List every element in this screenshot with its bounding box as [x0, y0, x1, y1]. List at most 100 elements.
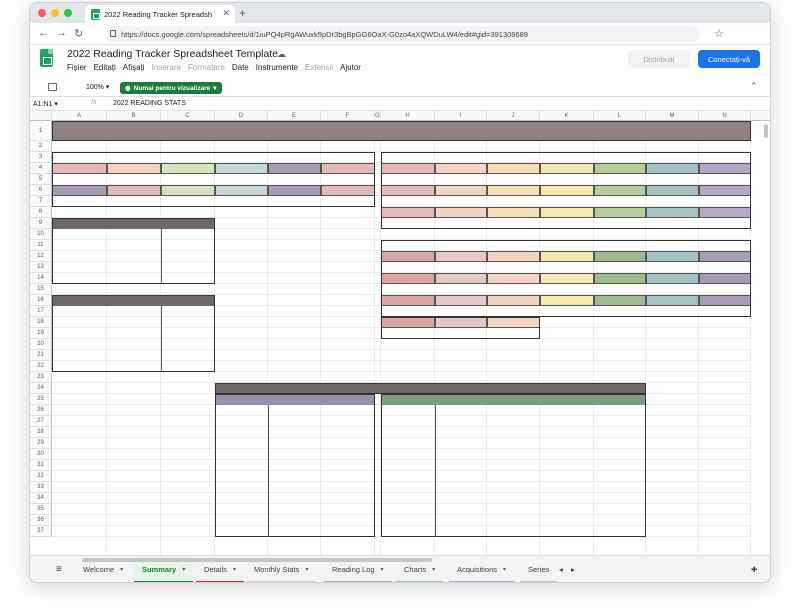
column-header[interactable]: I	[435, 111, 487, 121]
chevron-down-icon[interactable]: ▾	[503, 566, 506, 573]
chevron-down-icon[interactable]: ▾	[182, 566, 185, 573]
row-header[interactable]: 16	[30, 295, 52, 306]
document-title[interactable]: 2022 Reading Tracker Spreadsheet Templat…	[67, 48, 278, 60]
close-window-dot[interactable]	[38, 9, 46, 17]
row-header[interactable]: 33	[30, 482, 52, 493]
row-header[interactable]: 14	[30, 273, 52, 284]
close-tab-icon[interactable]: ✕	[222, 8, 230, 19]
row-header[interactable]: 22	[30, 361, 52, 372]
column-header[interactable]: A	[52, 111, 107, 121]
row-header[interactable]: 27	[30, 416, 52, 427]
scroll-tabs-right-icon[interactable]: ▸	[571, 556, 575, 582]
view-only-badge[interactable]: ◉ Numai pentru vizualizare ▾	[120, 82, 222, 94]
row-header[interactable]: 10	[30, 229, 52, 240]
column-header[interactable]: K	[540, 111, 594, 121]
row-header[interactable]: 21	[30, 350, 52, 361]
row-header[interactable]: 25	[30, 394, 52, 405]
horizontal-scrollbar[interactable]	[82, 558, 432, 562]
column-header[interactable]: D	[215, 111, 268, 121]
menu-item[interactable]: Fișier	[67, 63, 87, 72]
url-field[interactable]: https://docs.google.com/spreadsheets/d/1…	[105, 26, 700, 42]
share-button[interactable]: Distribuiți	[628, 50, 690, 68]
chevron-down-icon[interactable]: ▾	[381, 566, 384, 573]
row-header[interactable]: 31	[30, 460, 52, 471]
column-header[interactable]: C	[161, 111, 215, 121]
row-header[interactable]: 34	[30, 493, 52, 504]
row-header[interactable]: 11	[30, 240, 52, 251]
chevron-down-icon[interactable]: ▾	[305, 566, 308, 573]
sheet-tab-acquisitions[interactable]: Acquisitions ▾	[449, 556, 515, 582]
menu-item[interactable]: Editați	[94, 63, 116, 72]
menu-item[interactable]: Afișați	[123, 63, 145, 72]
row-header[interactable]: 17	[30, 306, 52, 317]
scroll-tabs-left-icon[interactable]: ◂	[559, 556, 563, 582]
row-header[interactable]: 32	[30, 471, 52, 482]
row-header[interactable]: 30	[30, 449, 52, 460]
row-header[interactable]: 2	[30, 141, 52, 152]
menu-item[interactable]: Formatare	[188, 63, 225, 72]
row-header[interactable]: 5	[30, 174, 52, 185]
browser-tab[interactable]: 2022 Reading Tracker Spreadsh ✕	[85, 5, 235, 23]
column-header[interactable]: L	[594, 111, 646, 121]
formula-input[interactable]: 2022 READING STATS	[113, 100, 186, 107]
row-header[interactable]: 15	[30, 284, 52, 295]
row-header[interactable]: 1	[30, 121, 52, 141]
maximize-window-dot[interactable]	[64, 9, 72, 17]
column-header[interactable]: B	[107, 111, 161, 121]
menu-item[interactable]: Date	[232, 63, 249, 72]
sheets-logo-icon[interactable]	[40, 49, 53, 67]
row-header[interactable]: 18	[30, 317, 52, 328]
spreadsheet-grid[interactable]: A B C D E F G H I J K L M N 1 2 3 4 5 6 7 8 9 10 11 12 13 14 15 16 17 1…	[30, 111, 770, 555]
row-header[interactable]: 3	[30, 152, 52, 163]
row-header[interactable]: 20	[30, 339, 52, 350]
fx-icon: fx	[91, 99, 97, 106]
zoom-select[interactable]: 100% ▾	[86, 83, 109, 91]
row-header[interactable]: 4	[30, 163, 52, 174]
row-header[interactable]: 6	[30, 185, 52, 196]
menu-item[interactable]: Inserare	[152, 63, 181, 72]
row-header[interactable]: 9	[30, 218, 52, 229]
row-header[interactable]: 13	[30, 262, 52, 273]
minimize-window-dot[interactable]	[51, 9, 59, 17]
column-header[interactable]: N	[699, 111, 751, 121]
row-header[interactable]: 26	[30, 405, 52, 416]
row-header[interactable]: 19	[30, 328, 52, 339]
column-header[interactable]: F	[321, 111, 375, 121]
row-header[interactable]: 12	[30, 251, 52, 262]
chevron-down-icon[interactable]: ▾	[120, 566, 123, 573]
bookmark-star-icon[interactable]: ☆	[714, 27, 724, 40]
select-all-corner[interactable]	[30, 111, 52, 121]
row-header[interactable]: 7	[30, 196, 52, 207]
name-box[interactable]: A1:N1 ▾	[33, 100, 83, 108]
column-header[interactable]: E	[268, 111, 321, 121]
new-tab-icon[interactable]: +	[239, 6, 246, 20]
forward-icon[interactable]: →	[56, 27, 67, 39]
all-sheets-icon[interactable]: ≡	[48, 556, 70, 582]
row-header[interactable]: 24	[30, 383, 52, 394]
column-header[interactable]: H	[381, 111, 435, 121]
row-header[interactable]: 28	[30, 427, 52, 438]
sheet-tab-color	[520, 581, 558, 582]
back-icon[interactable]: ←	[38, 27, 49, 39]
row-header[interactable]: 23	[30, 372, 52, 383]
chevron-down-icon[interactable]: ▾	[233, 566, 236, 573]
row-header[interactable]: 36	[30, 515, 52, 526]
menu-item[interactable]: Ajutor	[340, 63, 361, 72]
row-header[interactable]: 37	[30, 526, 52, 537]
row-header[interactable]: 35	[30, 504, 52, 515]
romance-box	[381, 240, 751, 317]
sign-in-button[interactable]: Conectați-vă	[698, 50, 760, 68]
print-icon[interactable]	[48, 83, 57, 91]
explore-icon[interactable]: ✚	[751, 556, 757, 582]
chevron-down-icon[interactable]: ▾	[432, 566, 435, 573]
menu-item[interactable]: Extensii	[305, 63, 333, 72]
row-header[interactable]: 29	[30, 438, 52, 449]
column-header[interactable]: J	[487, 111, 540, 121]
sheet-tab-series[interactable]: Series	[520, 556, 558, 582]
reload-icon[interactable]: ↻	[74, 27, 83, 40]
collapse-menu-icon[interactable]: ⌃	[750, 81, 758, 92]
row-header[interactable]: 8	[30, 207, 52, 218]
column-header[interactable]: M	[646, 111, 699, 121]
menu-item[interactable]: Instrumente	[256, 63, 298, 72]
vertical-scrollbar[interactable]	[764, 124, 768, 138]
